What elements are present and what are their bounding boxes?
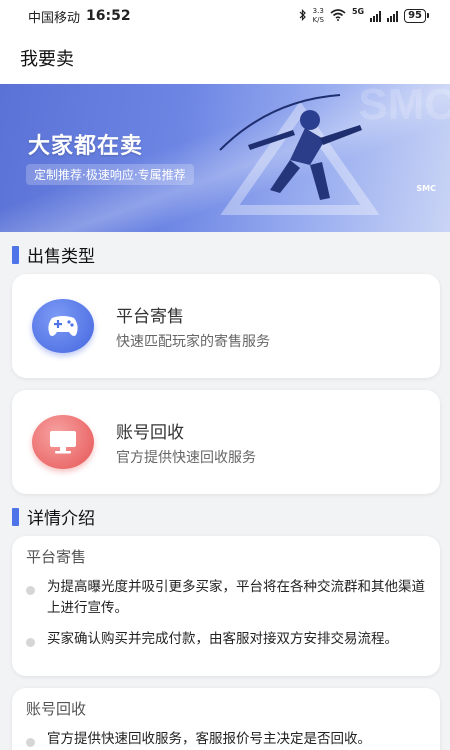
detail-card-title: 平台寄售 — [26, 548, 87, 566]
bluetooth-icon — [299, 8, 307, 24]
detail-card-consignment: 平台寄售 为提高曝光度并吸引更多买家，平台将在各种交流群和其他渠道上进行宣传。 … — [12, 536, 440, 676]
detail-text: 官方提供快速回收服务，客服报价号主决定是否回收。 — [47, 731, 371, 747]
page-title: 我要卖 — [20, 49, 74, 70]
battery-icon: 95 — [404, 9, 429, 23]
signal-icon-2 — [387, 10, 399, 22]
wifi-icon — [330, 8, 346, 24]
status-bar: 中国移动 16:52 3.3 K/S 5G 95 — [0, 0, 450, 32]
section-title-text: 详情介绍 — [27, 509, 95, 529]
game-character-illustration — [219, 94, 380, 215]
detail-card-title: 账号回收 — [26, 700, 87, 718]
section-title-details: 详情介绍 — [12, 504, 95, 529]
monitor-icon — [32, 415, 94, 469]
network-type-label: 5G — [351, 7, 365, 16]
detail-item: 官方提供快速回收服务，客服报价号主决定是否回收。 — [26, 729, 426, 750]
sale-type-desc: 快速匹配玩家的寄售服务 — [116, 333, 270, 350]
section-title-sale-type: 出售类型 — [12, 242, 95, 267]
gamepad-icon — [32, 299, 94, 353]
sale-type-title: 账号回收 — [116, 422, 184, 443]
promo-banner[interactable]: SMC 大家都在卖 定制推荐·极速响应·专属推荐 SMC — [0, 84, 450, 232]
carrier-label: 中国移动 — [28, 10, 81, 26]
banner-title: 大家都在卖 — [28, 134, 144, 159]
sale-type-card-recycle[interactable]: 账号回收 官方提供快速回收服务 — [12, 390, 440, 494]
detail-text: 为提高曝光度并吸引更多买家，平台将在各种交流群和其他渠道上进行宣传。 — [47, 579, 425, 616]
sale-type-desc: 官方提供快速回收服务 — [116, 449, 256, 466]
clock: 16:52 — [86, 8, 131, 24]
section-marker — [12, 245, 19, 264]
detail-item: 买家确认购买并完成付款，由客服对接双方安排交易流程。 — [26, 629, 426, 650]
detail-card-recycle: 账号回收 官方提供快速回收服务，客服报价号主决定是否回收。 — [12, 688, 440, 750]
header: 我要卖 — [0, 32, 450, 84]
section-title-text: 出售类型 — [27, 247, 95, 267]
sale-type-card-consignment[interactable]: 平台寄售 快速匹配玩家的寄售服务 — [12, 274, 440, 378]
section-marker — [12, 507, 19, 526]
sale-type-title: 平台寄售 — [116, 306, 184, 327]
signal-icon — [370, 10, 382, 22]
detail-text: 买家确认购买并完成付款，由客服对接双方安排交易流程。 — [47, 631, 398, 647]
banner-tags: 定制推荐·极速响应·专属推荐 — [26, 164, 194, 185]
bullet-icon — [26, 586, 35, 595]
detail-item: 为提高曝光度并吸引更多买家，平台将在各种交流群和其他渠道上进行宣传。 — [26, 577, 426, 619]
bullet-icon — [26, 738, 35, 747]
brand-logo: SMC — [416, 184, 436, 193]
bullet-icon — [26, 638, 35, 647]
network-speed: 3.3 K/S — [312, 7, 324, 24]
